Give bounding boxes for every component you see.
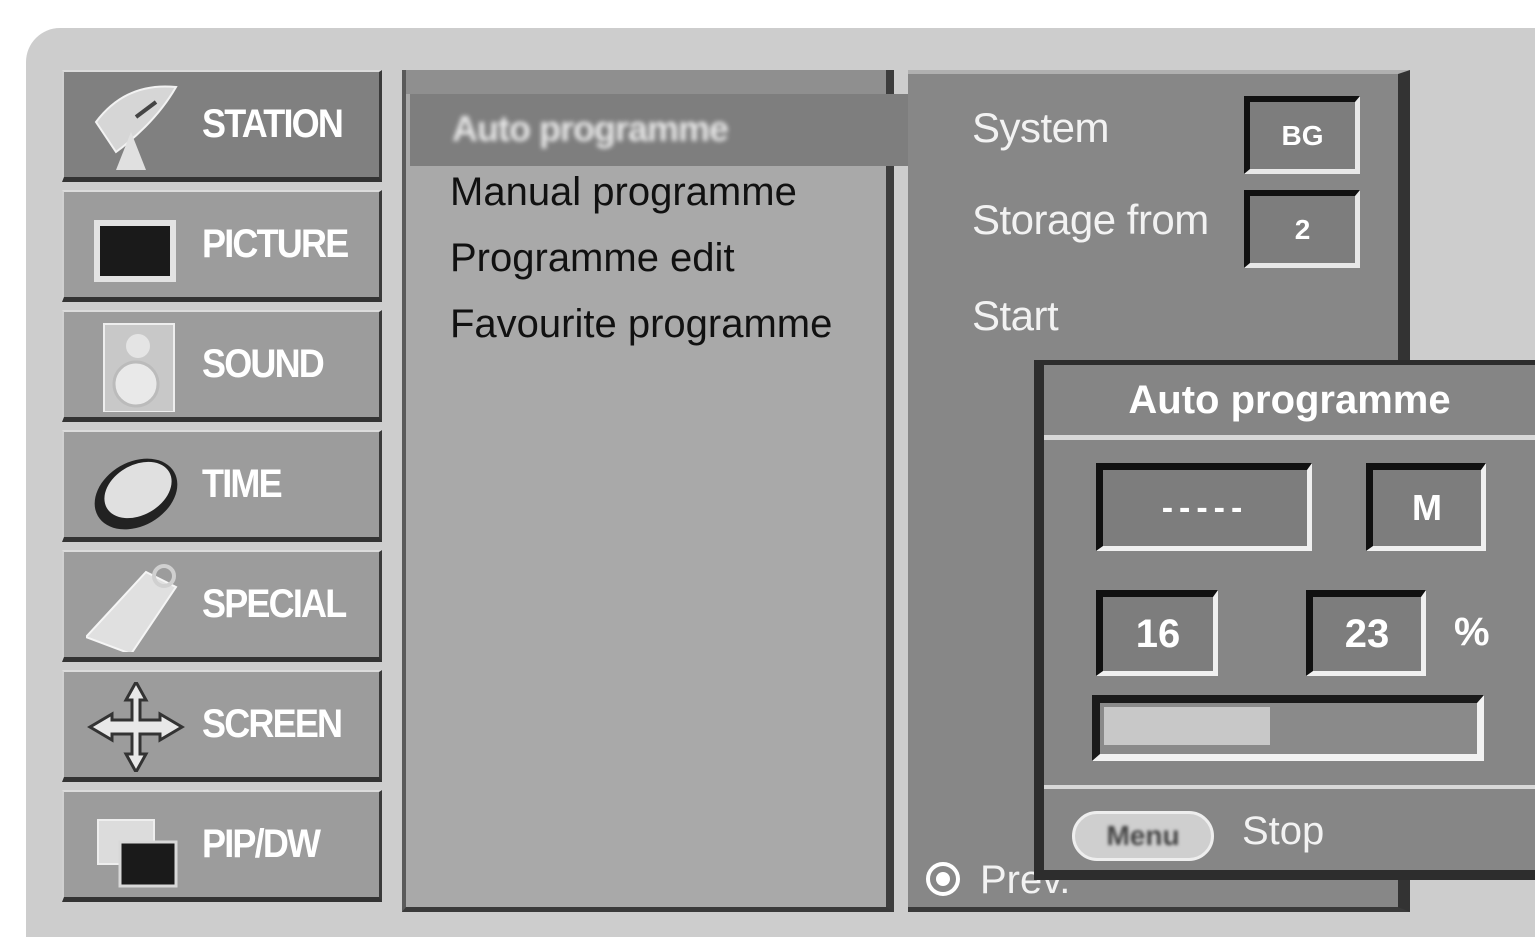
system-value-box[interactable]: BG <box>1244 96 1360 174</box>
ok-button-icon <box>926 862 960 896</box>
category-special[interactable]: SPECIAL <box>62 550 382 662</box>
submenu-selected-label: Auto programme <box>452 108 729 149</box>
popup-title: Auto programme <box>1044 365 1535 440</box>
category-screen[interactable]: SCREEN <box>62 670 382 782</box>
mode-box: M <box>1366 463 1486 551</box>
station-submenu: Auto programme Manual programme Programm… <box>402 70 910 912</box>
programme-number-box: 16 <box>1096 590 1218 676</box>
storage-from-label: Storage from <box>972 196 1209 243</box>
submenu-item-auto-programme[interactable]: Auto programme <box>410 94 910 166</box>
tag-icon <box>86 564 178 652</box>
category-label: SCREEN <box>202 702 343 746</box>
percent-value-box: 23 <box>1306 590 1426 676</box>
pip-windows-icon <box>97 819 178 888</box>
percent-sign: % <box>1454 610 1490 654</box>
category-label: SOUND <box>202 342 325 386</box>
category-label: TIME <box>202 462 283 506</box>
submenu-item-programme-edit[interactable]: Programme edit <box>450 236 735 281</box>
category-station[interactable]: STATION <box>62 70 382 182</box>
satellite-dish-icon <box>94 85 178 170</box>
popup-divider <box>1044 785 1535 789</box>
menu-button[interactable]: Menu <box>1072 811 1214 861</box>
system-label: System <box>972 104 1110 151</box>
category-picture[interactable]: PICTURE <box>62 190 382 302</box>
category-label: STATION <box>202 102 344 146</box>
tv-screen-icon <box>94 220 176 282</box>
stop-label: Stop <box>1242 809 1325 853</box>
category-menu: STATION PICTURE SOUND TIME SPECIAL SCREE… <box>62 70 384 912</box>
submenu-item-manual-programme[interactable]: Manual programme <box>450 170 797 215</box>
category-label: PICTURE <box>202 222 349 266</box>
station-name-box: ----- <box>1096 463 1312 551</box>
category-pip-dw[interactable]: PIP/DW <box>62 790 382 902</box>
category-label: PIP/DW <box>202 822 321 866</box>
move-arrows-icon <box>87 682 185 772</box>
category-label: SPECIAL <box>202 582 347 626</box>
menu-button-label: Menu <box>1106 820 1180 851</box>
clock-icon <box>94 458 178 530</box>
progress-bar-fill <box>1104 707 1270 745</box>
auto-programme-popup: Auto programme ----- M 16 23 % Menu Stop <box>1034 360 1535 880</box>
speaker-icon <box>103 323 175 412</box>
submenu-item-favourite-programme[interactable]: Favourite programme <box>450 302 832 347</box>
category-time[interactable]: TIME <box>62 430 382 542</box>
storage-from-value-box[interactable]: 2 <box>1244 190 1360 268</box>
progress-bar <box>1092 695 1484 761</box>
start-option[interactable]: Start <box>972 292 1059 340</box>
category-sound[interactable]: SOUND <box>62 310 382 422</box>
